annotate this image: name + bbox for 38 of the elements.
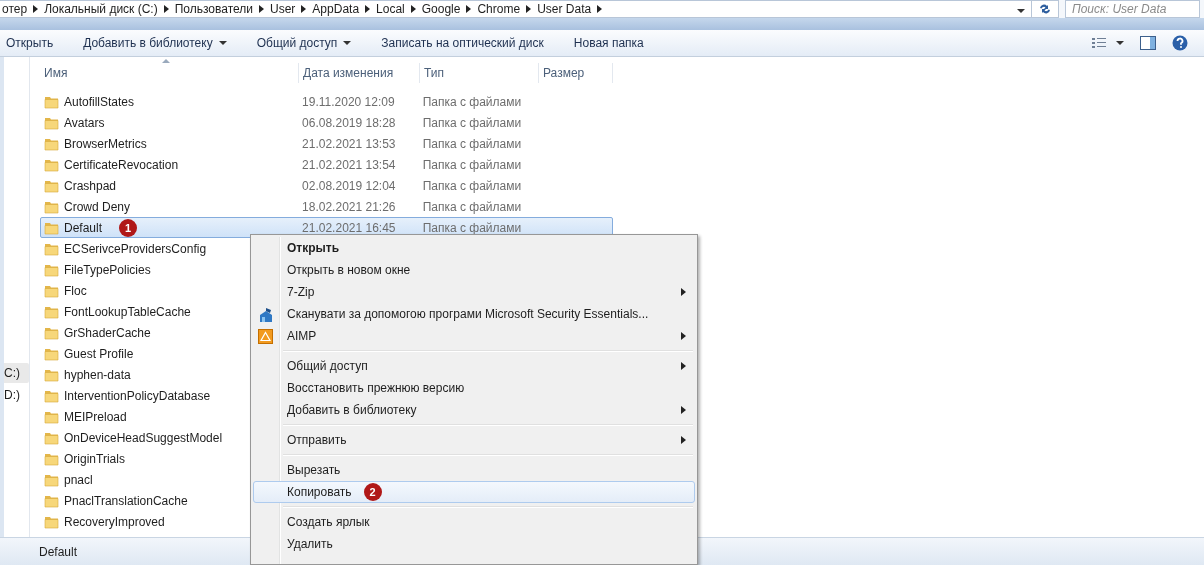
file-name: OnDeviceHeadSuggestModel [64,430,223,445]
file-name: BrowserMetrics [64,136,147,151]
file-name: RecoveryImproved [64,514,165,529]
file-name: MEIPreload [64,409,127,424]
file-name: Default [64,220,103,235]
file-name: Avatars [64,115,105,130]
step-badge: 2 [363,483,382,501]
file-name: Guest Profile [64,346,134,361]
file-name: PnaclTranslationCache [64,493,188,508]
file-type: Папка с файлами [422,178,522,193]
file-name: OriginTrials [64,451,125,466]
modified-date: 21.02.2021 16:45 [302,220,396,235]
modified-date: 06.08.2019 18:28 [302,115,396,130]
modified-date: 18.02.2021 21:26 [302,199,396,214]
file-type: Папка с файлами [422,94,522,109]
file-name: GrShaderCache [64,325,151,340]
file-name: AutofillStates [64,94,135,109]
file-name: pnacl [64,472,93,487]
file-name: InterventionPolicyDatabase [64,388,211,403]
file-name: Crashpad [64,178,117,193]
file-name: CertificateRevocation [64,157,179,172]
modified-date: 02.08.2019 12:04 [302,178,396,193]
file-type: Папка с файлами [422,157,522,172]
file-name: FontLookupTableCache [64,304,191,319]
modified-date: 21.02.2021 13:54 [302,157,396,172]
step-badge: 1 [119,218,138,237]
file-name: Floc [64,283,87,298]
file-type: Папка с файлами [422,115,522,130]
file-type: Папка с файлами [422,199,522,214]
file-type: Папка с файлами [422,136,522,151]
file-name: ECSerivceProvidersConfig [64,241,207,256]
file-name: hyphen-data [64,367,131,382]
file-name: Crowd Deny [64,199,131,214]
file-name: FileTypePolicies [64,262,151,277]
modified-date: 21.02.2021 13:53 [302,136,396,151]
modified-date: 19.11.2020 12:09 [302,94,395,109]
file-type: Папка с файлами [422,220,522,235]
status-text: Default [39,544,78,559]
